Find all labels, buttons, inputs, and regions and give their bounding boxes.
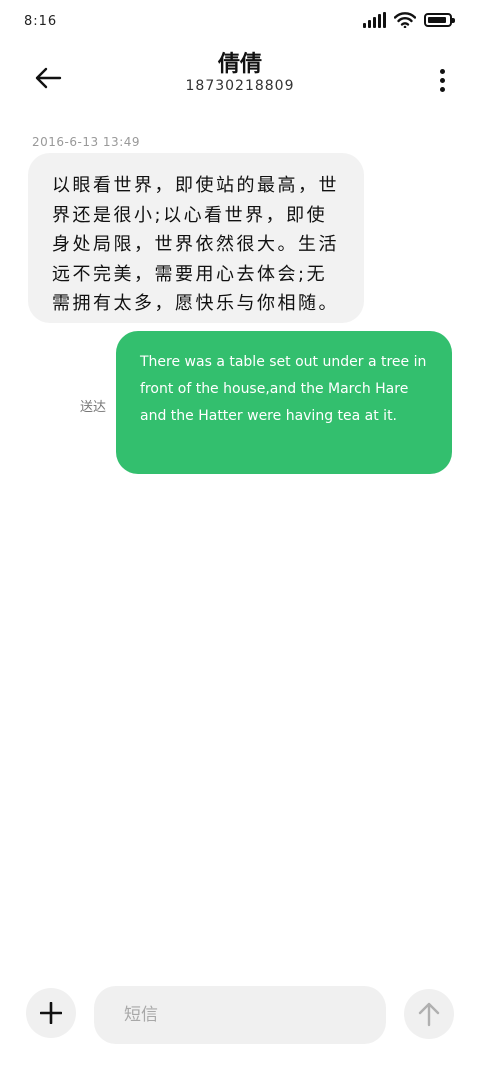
outgoing-message-bubble[interactable]: There was a table set out under a tree i… <box>116 331 452 474</box>
contact-phone-number: 18730218809 <box>185 78 295 94</box>
incoming-message-bubble[interactable]: 以眼看世界，即使站的最高，世界还是很小;以心看世界，即使身处局限，世界依然很大。… <box>28 153 364 323</box>
message-input[interactable] <box>122 1004 386 1026</box>
status-bar: 8:16 <box>0 0 480 44</box>
contact-name: 倩倩 <box>217 52 262 77</box>
conversation-header: 倩倩 18730218809 <box>0 44 480 108</box>
incoming-message-text: 以眼看世界，即使站的最高，世界还是很小;以心看世界，即使身处局限，世界依然很大。… <box>52 175 339 314</box>
battery-icon <box>424 13 455 27</box>
outgoing-message-text: There was a table set out under a tree i… <box>140 354 427 424</box>
plus-icon <box>40 1002 62 1024</box>
more-options-button[interactable] <box>430 56 454 104</box>
delivered-status: 送达 <box>80 400 107 415</box>
arrow-up-icon <box>418 1002 440 1027</box>
status-icons <box>363 12 455 28</box>
battery-fill <box>428 17 446 23</box>
message-input-container[interactable] <box>94 986 386 1044</box>
status-time: 8:16 <box>24 14 58 29</box>
send-button[interactable] <box>404 989 454 1039</box>
message-timestamp: 2016-6-13 13:49 <box>32 135 140 149</box>
more-vertical-icon <box>439 68 445 74</box>
add-attachment-button[interactable] <box>26 988 76 1038</box>
signal-icon <box>363 12 386 28</box>
wifi-icon <box>394 12 416 28</box>
